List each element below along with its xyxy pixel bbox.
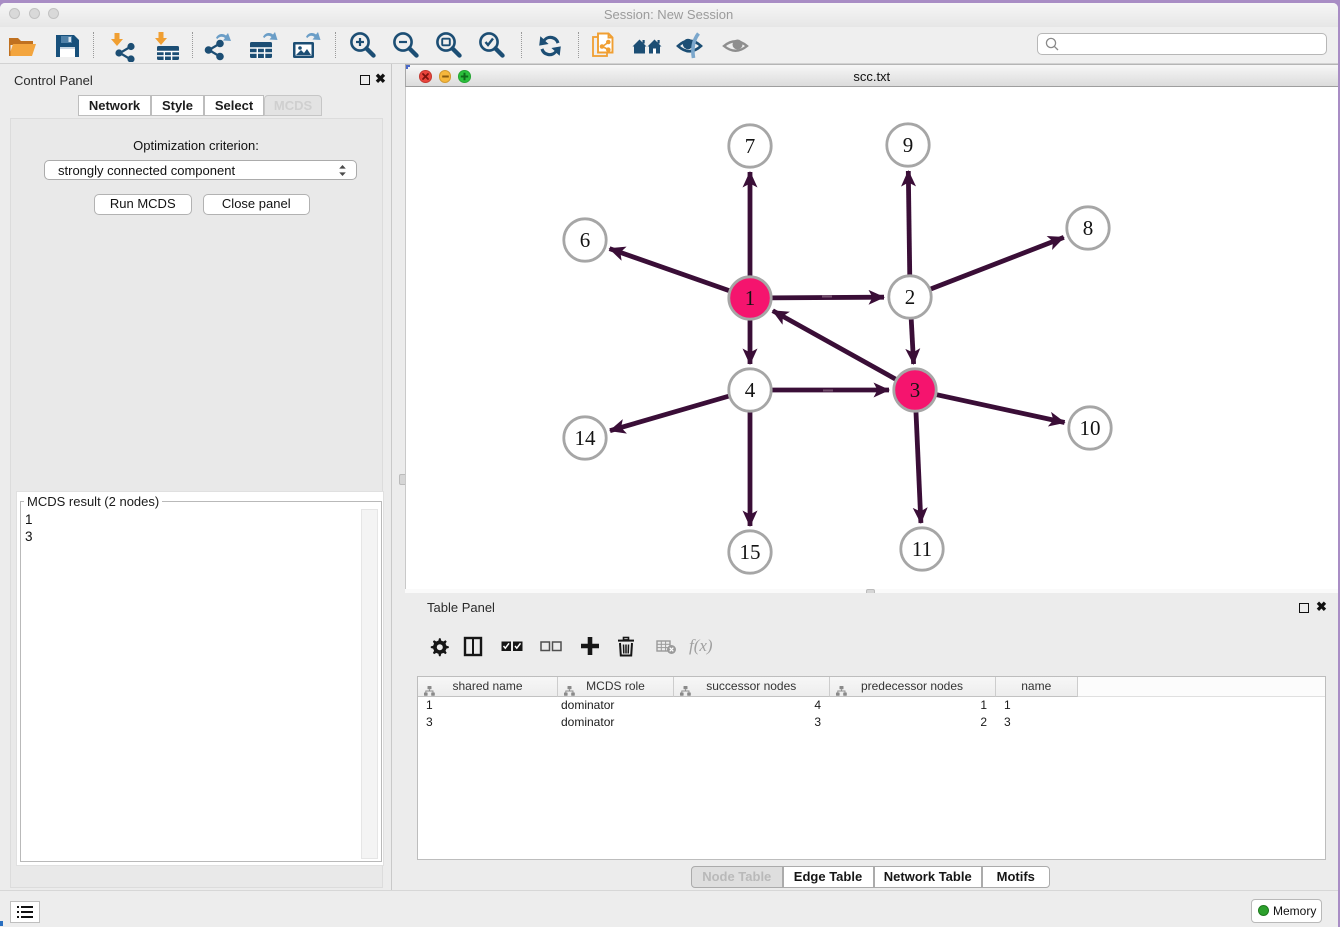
svg-text:11: 11: [912, 537, 932, 561]
svg-text:1: 1: [745, 286, 756, 310]
svg-text:2: 2: [905, 285, 916, 309]
svg-text:14: 14: [575, 426, 597, 450]
svg-text:7: 7: [745, 134, 756, 158]
svg-text:8: 8: [1083, 216, 1094, 240]
svg-text:3: 3: [910, 378, 921, 402]
svg-text:10: 10: [1080, 416, 1101, 440]
svg-text:6: 6: [580, 228, 591, 252]
svg-text:9: 9: [903, 133, 914, 157]
svg-text:15: 15: [740, 540, 761, 564]
svg-text:4: 4: [745, 378, 756, 402]
